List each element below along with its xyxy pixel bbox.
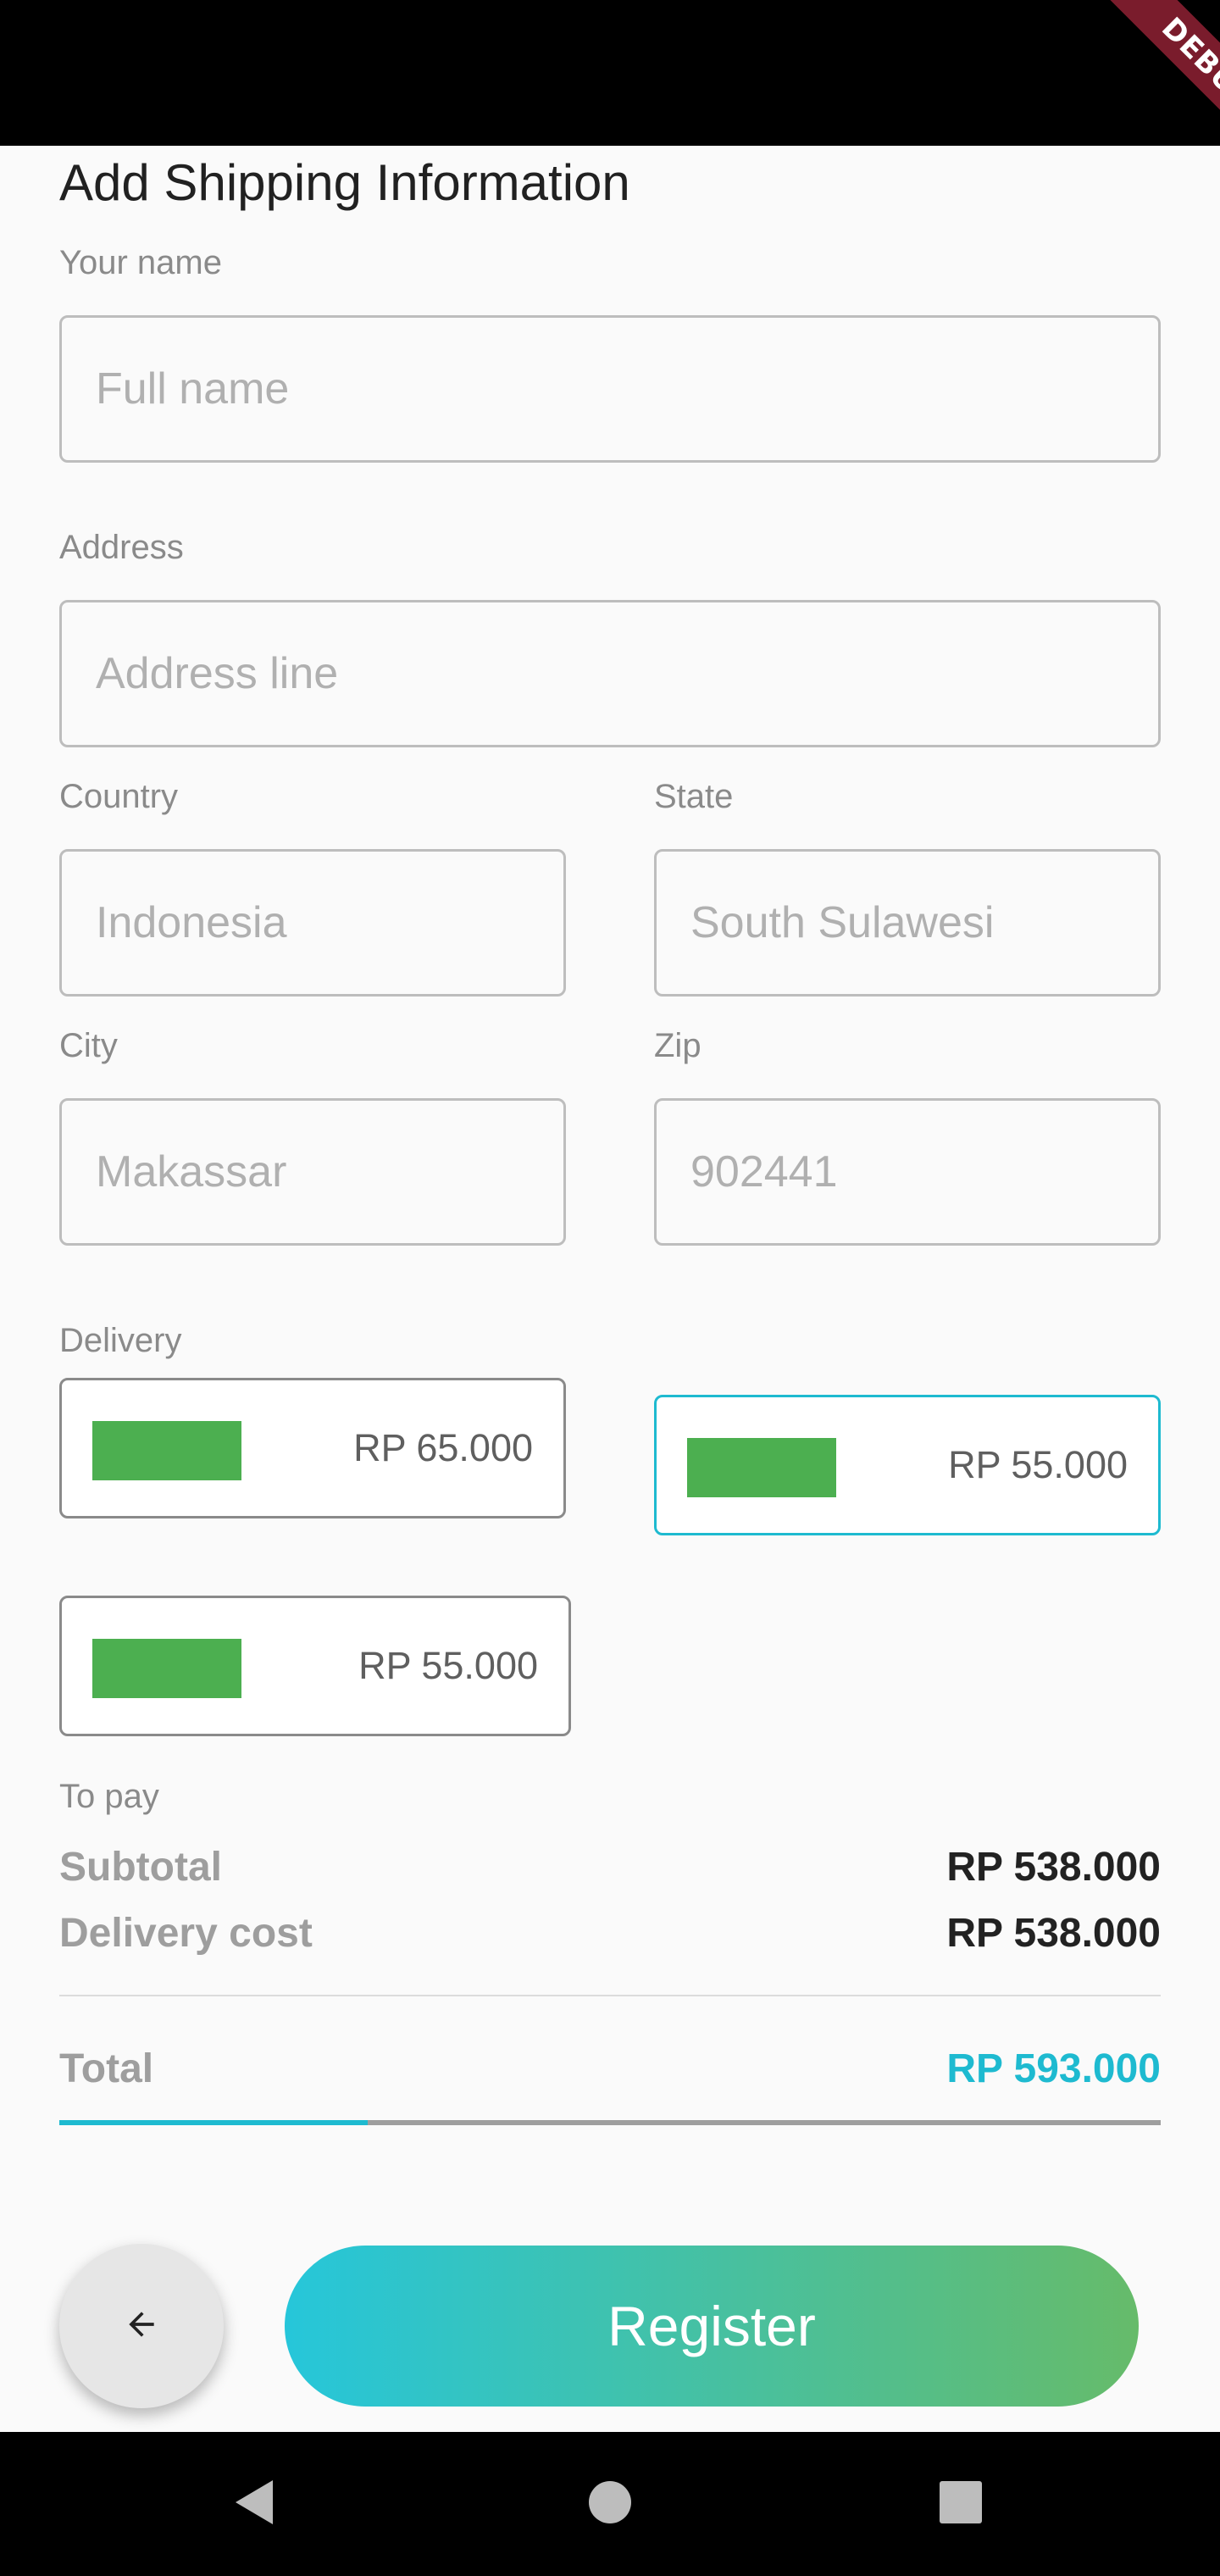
city-label: City <box>59 1027 118 1064</box>
delivery-cost-label: Delivery cost <box>59 1911 313 1956</box>
delivery-option-3[interactable]: RP 55.000 <box>59 1596 571 1736</box>
summary-divider <box>59 1995 1161 1996</box>
city-placeholder: Makassar <box>96 1147 287 1196</box>
delivery-label: Delivery <box>59 1322 182 1359</box>
subtotal-value: RP 538.000 <box>946 1845 1161 1890</box>
country-placeholder: Indonesia <box>96 898 287 947</box>
state-label: State <box>654 778 734 815</box>
zip-label: Zip <box>654 1027 702 1064</box>
delivery-option-1[interactable]: RP 65.000 <box>59 1378 566 1518</box>
delivery-price: RP 55.000 <box>948 1443 1128 1486</box>
city-input[interactable]: Makassar <box>59 1098 566 1246</box>
country-label: Country <box>59 778 179 815</box>
back-button[interactable] <box>59 2244 224 2408</box>
delivery-cost-value: RP 538.000 <box>946 1911 1161 1956</box>
circle-home-icon <box>586 2479 634 2530</box>
address-placeholder: Address line <box>96 649 339 698</box>
delivery-price: RP 55.000 <box>358 1644 538 1687</box>
state-input[interactable]: South Sulawesi <box>654 849 1161 997</box>
full-name-input[interactable]: Full name <box>59 315 1161 463</box>
progress-fill <box>59 2120 368 2125</box>
state-placeholder: South Sulawesi <box>690 898 995 947</box>
page-title: Add Shipping Information <box>59 154 630 211</box>
status-bar <box>0 0 1220 146</box>
square-recents-icon <box>938 2479 984 2529</box>
total-label: Total <box>59 2046 154 2091</box>
to-pay-label: To pay <box>59 1778 159 1815</box>
courier-logo <box>92 1639 241 1698</box>
nav-back-button[interactable] <box>195 2432 313 2576</box>
country-input[interactable]: Indonesia <box>59 849 566 997</box>
zip-input[interactable]: 902441 <box>654 1098 1161 1246</box>
address-input[interactable]: Address line <box>59 600 1161 747</box>
name-label: Your name <box>59 244 222 281</box>
nav-recents-button[interactable] <box>901 2432 1020 2576</box>
courier-logo <box>687 1438 836 1497</box>
register-label: Register <box>607 2295 816 2357</box>
address-label: Address <box>59 529 184 566</box>
register-button[interactable]: Register <box>285 2246 1139 2407</box>
full-name-placeholder: Full name <box>96 364 290 414</box>
arrow-left-icon <box>123 2306 160 2347</box>
triangle-back-icon <box>230 2477 278 2532</box>
zip-placeholder: 902441 <box>690 1147 838 1196</box>
courier-logo <box>92 1421 241 1480</box>
total-value: RP 593.000 <box>946 2046 1161 2091</box>
delivery-price: RP 65.000 <box>353 1426 533 1469</box>
navigation-bar <box>0 2432 1220 2576</box>
progress-bar <box>59 2120 1161 2125</box>
nav-home-button[interactable] <box>551 2432 669 2576</box>
subtotal-label: Subtotal <box>59 1845 222 1890</box>
delivery-option-2[interactable]: RP 55.000 <box>654 1395 1161 1535</box>
